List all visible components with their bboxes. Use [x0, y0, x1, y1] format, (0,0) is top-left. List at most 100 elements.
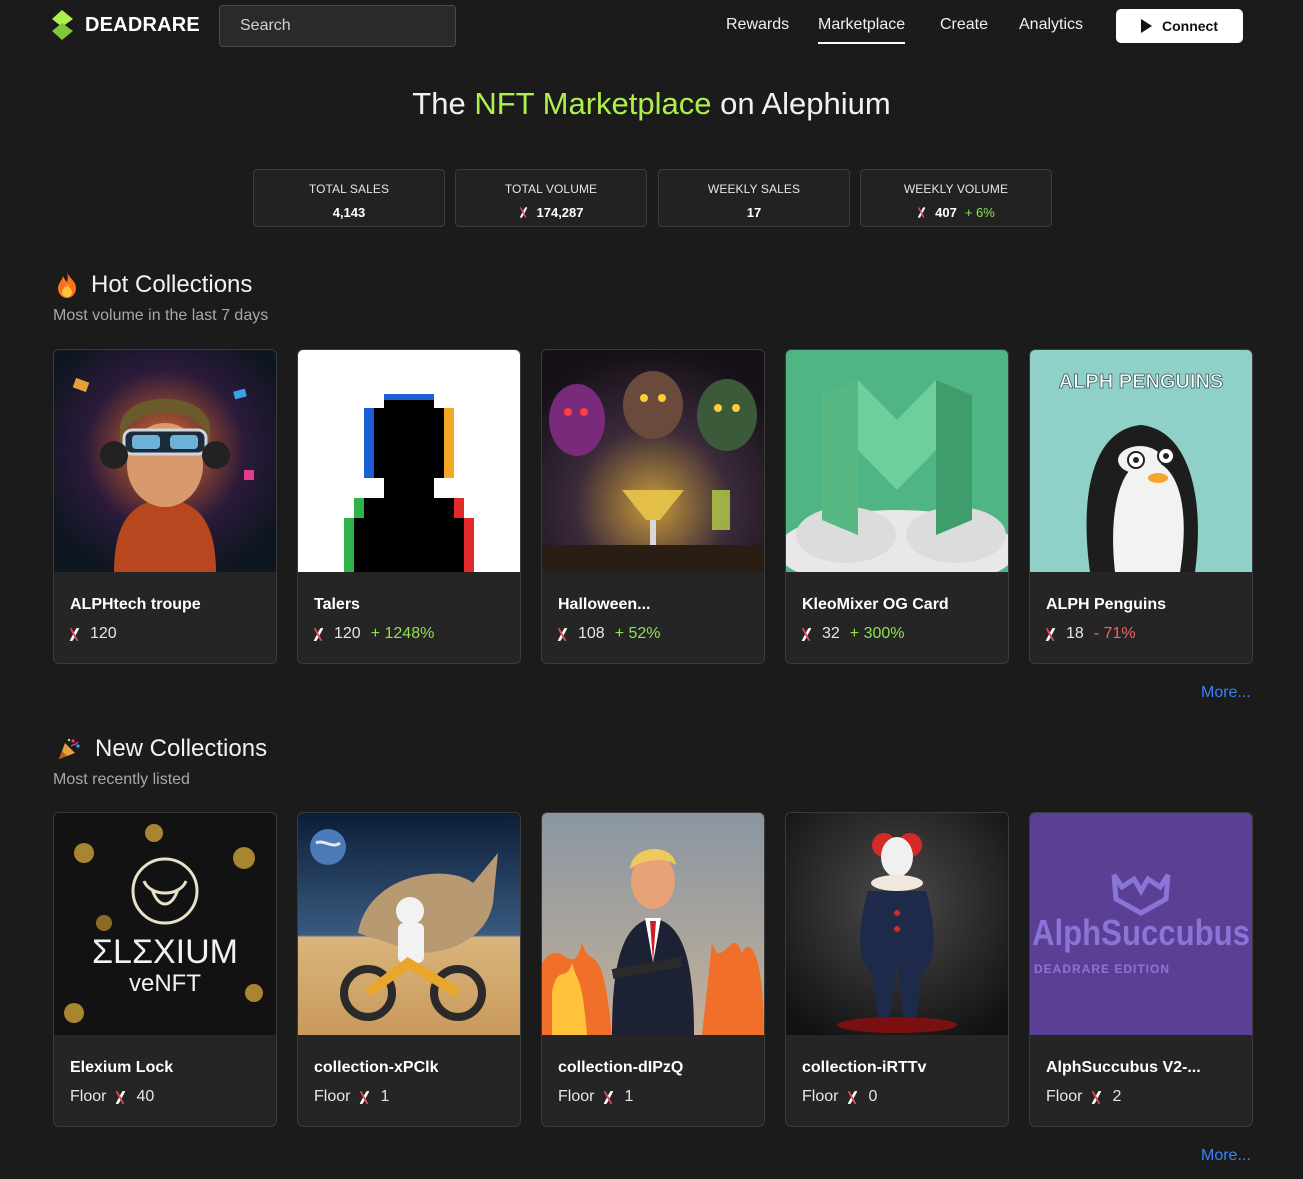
stat-total-volume: TOTAL VOLUME 174,287: [455, 169, 647, 227]
brand-logo[interactable]: DEADRARE: [52, 10, 200, 40]
alph-token-icon: [1046, 628, 1056, 641]
floor-label: Floor: [70, 1088, 107, 1105]
volume-value: 18: [1066, 625, 1084, 642]
alph-token-icon: [314, 628, 324, 641]
collection-floor: Floor 1: [314, 1088, 389, 1106]
collection-card[interactable]: ALPHtech troupe 120: [53, 349, 277, 664]
stat-value: 17: [659, 205, 849, 220]
new-collections-more-link[interactable]: More...: [1201, 1147, 1251, 1165]
image-subtext: DEADRARE EDITION: [1034, 962, 1170, 976]
fire-icon: [58, 272, 76, 298]
collection-image: AlphSuccubus DEADRARE EDITION: [1030, 813, 1252, 1035]
collection-image: [298, 350, 520, 572]
collection-card[interactable]: collection-iRTTv Floor 0: [785, 812, 1009, 1127]
section-title-text: Hot Collections: [91, 271, 253, 298]
logo-mark-icon: [52, 10, 73, 40]
stat-number: 174,287: [536, 205, 584, 220]
collection-name: ALPHtech troupe: [70, 596, 201, 613]
brand-name: DEADRARE: [85, 13, 200, 36]
volume-change: + 300%: [849, 625, 905, 642]
collection-name: AlphSuccubus V2-...: [1046, 1059, 1201, 1076]
volume-value: 120: [90, 625, 117, 642]
hero-suffix: on Alephium: [711, 86, 891, 121]
connect-button[interactable]: Connect: [1116, 9, 1243, 43]
collection-volume: 120 + 1248%: [314, 625, 434, 643]
stat-weekly-sales: WEEKLY SALES 17: [658, 169, 850, 227]
stat-label: WEEKLY SALES: [707, 182, 801, 196]
floor-value: 0: [868, 1088, 878, 1105]
floor-label: Floor: [558, 1088, 595, 1105]
volume-change: - 71%: [1093, 625, 1136, 642]
collection-name: Elexium Lock: [70, 1059, 174, 1076]
stat-value: 174,287: [456, 205, 646, 220]
volume-change: + 1248%: [370, 625, 435, 642]
volume-value: 120: [334, 625, 361, 642]
alph-token-icon: [848, 1091, 858, 1104]
alph-token-icon: [116, 1091, 126, 1104]
search-input[interactable]: [240, 17, 455, 35]
collection-image: [542, 813, 764, 1035]
top-navbar: DEADRARE Rewards Marketplace Create Anal…: [0, 0, 1303, 52]
search-box[interactable]: [219, 5, 456, 47]
nav-link-marketplace[interactable]: Marketplace: [818, 16, 906, 44]
collection-image: [54, 350, 276, 572]
collection-image: ΣLΣXIUM veNFT: [54, 813, 276, 1035]
stat-label: TOTAL SALES: [308, 182, 390, 196]
nav-link-rewards[interactable]: Rewards: [726, 16, 789, 34]
alph-token-icon: [520, 207, 528, 217]
stat-number: 4,143: [332, 205, 366, 220]
collection-floor: Floor 0: [802, 1088, 877, 1106]
collection-card[interactable]: AlphSuccubus DEADRARE EDITION AlphSuccub…: [1029, 812, 1253, 1127]
collection-volume: 120: [70, 625, 117, 643]
floor-value: 40: [136, 1088, 155, 1105]
collection-image: [786, 813, 1008, 1035]
collection-image: [542, 350, 764, 572]
collection-volume: 32 + 300%: [802, 625, 905, 643]
image-text: ALPH PENGUINS: [1059, 371, 1223, 393]
stat-label: WEEKLY VOLUME: [903, 182, 1009, 196]
collection-card[interactable]: Talers 120 + 1248%: [297, 349, 521, 664]
connect-label: Connect: [1162, 18, 1218, 34]
collection-image: [786, 350, 1008, 572]
hero-title: The NFT Marketplace on Alephium: [0, 86, 1303, 122]
collection-card[interactable]: Halloween... 108 + 52%: [541, 349, 765, 664]
volume-value: 108: [578, 625, 605, 642]
alph-token-icon: [558, 628, 568, 641]
collection-card[interactable]: ΣLΣXIUM veNFT Elexium Lock Floor 40: [53, 812, 277, 1127]
collection-card[interactable]: ALPH PENGUINS ALPH Penguins 18 - 71%: [1029, 349, 1253, 664]
collection-name: collection-dIPzQ: [558, 1059, 684, 1076]
stat-value: 4,143: [254, 205, 444, 220]
nav-link-analytics[interactable]: Analytics: [1019, 16, 1083, 34]
floor-label: Floor: [802, 1088, 839, 1105]
alph-token-icon: [1092, 1091, 1102, 1104]
party-popper-icon: [59, 738, 80, 759]
collection-name: collection-iRTTv: [802, 1059, 927, 1076]
alph-token-icon: [604, 1091, 614, 1104]
collection-card[interactable]: KleoMixer OG Card 32 + 300%: [785, 349, 1009, 664]
floor-label: Floor: [314, 1088, 351, 1105]
floor-value: 1: [380, 1088, 390, 1105]
new-collections-subtitle: Most recently listed: [53, 771, 190, 788]
collection-card[interactable]: collection-dIPzQ Floor 1: [541, 812, 765, 1127]
collection-name: KleoMixer OG Card: [802, 596, 949, 613]
image-subtext: veNFT: [129, 970, 201, 997]
hot-collections-more-link[interactable]: More...: [1201, 684, 1251, 702]
stat-number: 17: [746, 205, 762, 220]
hot-collections-heading: Hot Collections: [57, 271, 252, 299]
collection-floor: Floor 40: [70, 1088, 154, 1106]
floor-value: 2: [1112, 1088, 1122, 1105]
section-title-text: New Collections: [95, 735, 268, 762]
collection-name: Talers: [314, 596, 360, 613]
stat-label: TOTAL VOLUME: [504, 182, 598, 196]
collection-volume: 108 + 52%: [558, 625, 661, 643]
floor-value: 1: [624, 1088, 634, 1105]
collection-name: Halloween...: [558, 596, 651, 613]
collection-card[interactable]: collection-xPClk Floor 1: [297, 812, 521, 1127]
collection-image: ALPH PENGUINS: [1030, 350, 1252, 572]
hero-accent: NFT Marketplace: [474, 86, 712, 121]
hot-collections-subtitle: Most volume in the last 7 days: [53, 307, 269, 324]
image-text: ΣLΣXIUM: [92, 933, 238, 971]
volume-value: 32: [822, 625, 840, 642]
nav-link-create[interactable]: Create: [940, 16, 988, 34]
collection-name: ALPH Penguins: [1046, 596, 1167, 613]
